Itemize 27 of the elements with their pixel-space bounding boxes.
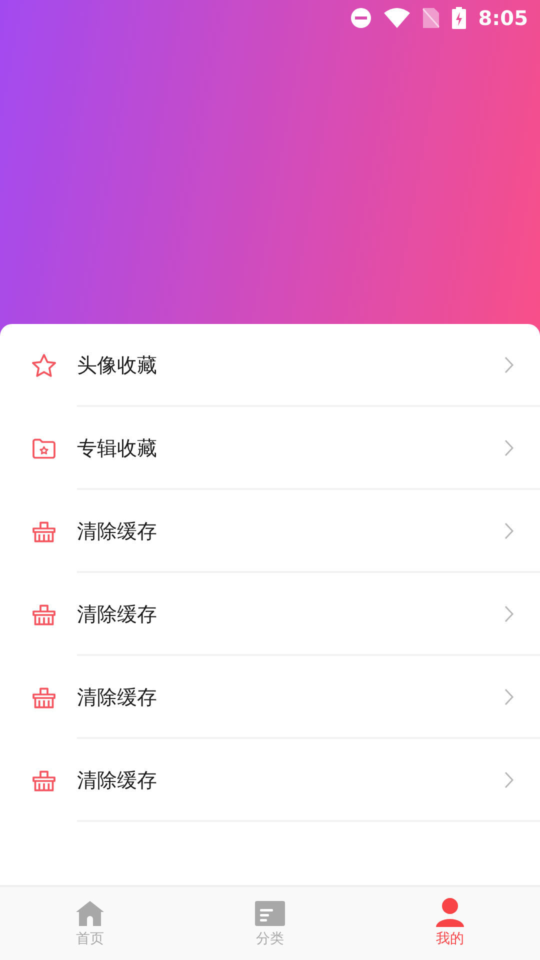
chevron-right-icon	[504, 688, 514, 706]
menu-item[interactable]: 头像收藏	[0, 324, 540, 407]
menu-label: 清除缓存	[77, 518, 158, 544]
chevron-right-icon	[504, 522, 514, 540]
menu-label: 清除缓存	[77, 766, 158, 794]
chevron-right-icon	[504, 438, 514, 456]
chevron-right-icon	[504, 604, 514, 622]
menu-label: 头像收藏	[77, 352, 158, 378]
menu-label: 清除缓存	[77, 684, 158, 710]
do-not-disturb-icon	[350, 7, 372, 29]
no-sim-icon	[422, 7, 440, 29]
menu-label: 清除缓存	[77, 600, 158, 628]
star-icon	[30, 352, 58, 380]
chevron-right-icon	[504, 770, 514, 788]
chevron-right-icon	[504, 356, 514, 374]
battery-charging-icon	[452, 7, 466, 29]
menu-item[interactable]: 清除缓存	[0, 573, 540, 656]
list-icon	[255, 901, 285, 927]
person-icon	[435, 897, 465, 927]
menu-item[interactable]: 清除缓存	[0, 739, 540, 822]
menu-item[interactable]: 清除缓存	[0, 656, 540, 739]
menu-item[interactable]: 专辑收藏	[0, 407, 540, 490]
menu-label: 专辑收藏	[77, 434, 158, 462]
menu-item[interactable]: 清除缓存	[0, 490, 540, 573]
wifi-icon	[384, 8, 410, 28]
home-icon	[75, 901, 105, 927]
status-time: 8:05	[478, 5, 528, 32]
